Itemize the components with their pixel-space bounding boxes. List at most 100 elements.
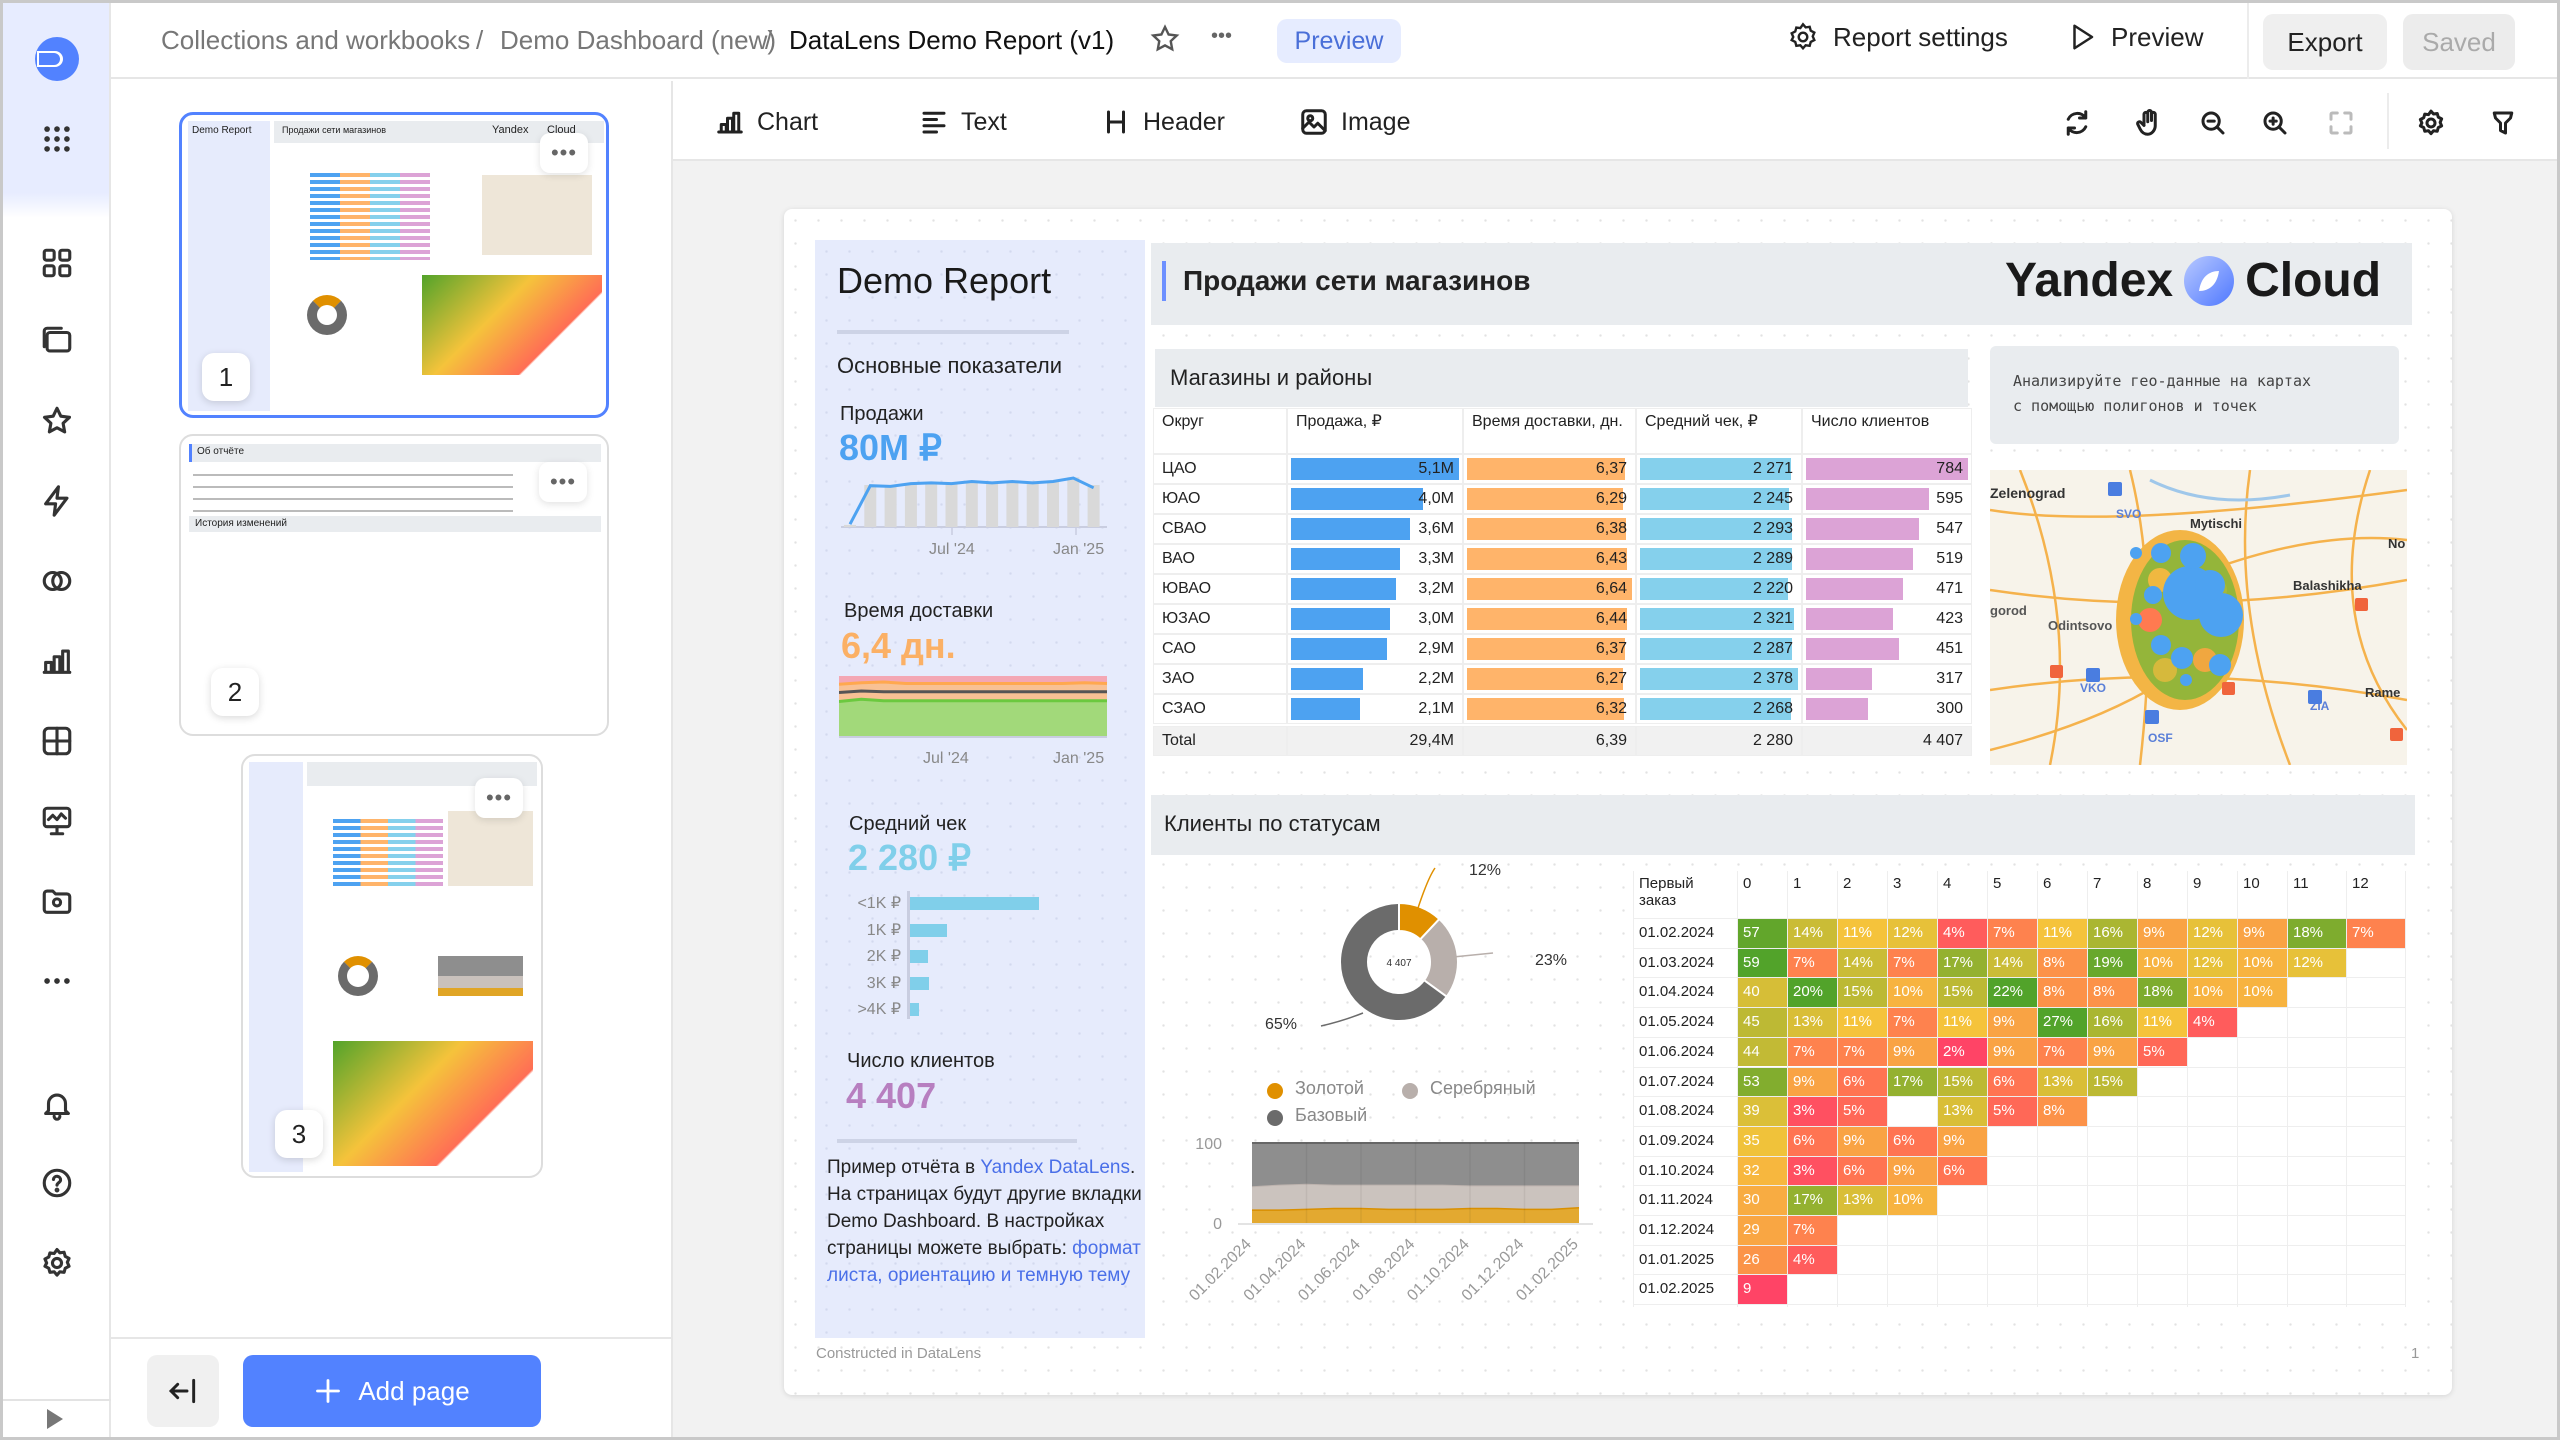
heatmap-cell: 44	[1738, 1038, 1787, 1067]
map-label: Zelenograd	[1990, 485, 2065, 501]
folders-icon[interactable]	[37, 321, 77, 361]
heatmap-cell: 7%	[2038, 1038, 2087, 1067]
report-settings-button[interactable]: Report settings	[1787, 21, 2008, 53]
heatmap-cell: 12%	[2188, 919, 2237, 948]
heatmap-cell-value: 9%	[2093, 1043, 2115, 1060]
table-row-cell: 6,37	[1463, 634, 1636, 664]
heatmap-cell: 8%	[2038, 949, 2087, 978]
heatmap-cell: 9%	[1838, 1127, 1887, 1156]
table-header-cell: Округ	[1153, 408, 1287, 454]
heatmap-column-header: 3	[1893, 875, 1901, 892]
page-menu-button[interactable]: •••	[475, 778, 523, 818]
datalens-link[interactable]: Yandex DataLens	[980, 1157, 1130, 1178]
donut-data-label: 23%	[1535, 952, 1567, 969]
heatmap-cell-value: 7%	[1843, 1043, 1865, 1060]
page-menu-button[interactable]: •••	[539, 462, 587, 502]
page-menu-button[interactable]: •••	[540, 133, 588, 173]
collapse-panel-button[interactable]	[147, 1355, 219, 1427]
heatmap-cell: 13%	[1788, 1008, 1837, 1037]
heatmap-cell: 12%	[1888, 919, 1937, 948]
table-bar	[1806, 488, 1929, 510]
more-icon[interactable]	[37, 961, 77, 1001]
table-cell-text: 6,32	[1596, 700, 1627, 718]
preview-button[interactable]: Preview	[2067, 21, 2203, 53]
grid-line	[1633, 871, 1634, 1307]
export-button[interactable]: Export	[2263, 14, 2387, 70]
heatmap-cell-value: 22%	[1993, 983, 2023, 1000]
heatmap-cell: 16%	[2088, 1008, 2137, 1037]
report-title: Demo Report	[837, 260, 1051, 302]
breadcrumb-dashboard[interactable]: Demo Dashboard (new)	[500, 25, 776, 56]
add-image-button[interactable]: Image	[1299, 101, 1410, 143]
legend-label: Базовый	[1295, 1105, 1367, 1126]
workbooks-icon[interactable]	[37, 881, 77, 921]
page-thumbnail-2[interactable]: Об отчёте История изменений 2 •••	[179, 434, 609, 736]
heatmap-cell: 6%	[1788, 1127, 1837, 1156]
saved-button[interactable]: Saved	[2403, 14, 2515, 70]
page-settings-gear-icon[interactable]	[2413, 105, 2449, 141]
table-row-cell: ЮАО	[1153, 484, 1287, 514]
heatmap-cell: 11%	[1838, 919, 1887, 948]
datalens-logo-icon[interactable]	[33, 35, 81, 83]
filter-funnel-icon[interactable]	[2485, 105, 2521, 141]
table-cell-text: 3,0M	[1418, 610, 1454, 628]
more-actions-button[interactable]: •••	[1211, 25, 1232, 48]
fit-screen-icon[interactable]	[2323, 105, 2359, 141]
arrow-collapse-icon	[167, 1375, 199, 1407]
plus-icon	[314, 1377, 342, 1405]
favorite-star-icon[interactable]	[1149, 23, 1181, 55]
favorites-icon[interactable]	[37, 401, 77, 441]
thumb-area	[438, 956, 523, 996]
bolt-icon[interactable]	[37, 481, 77, 521]
reports-icon[interactable]	[37, 801, 77, 841]
expand-rail-icon[interactable]	[47, 1409, 63, 1429]
moscow-map[interactable]: ZelenogradSVOMytischiBalashikhaOdintsovo…	[1990, 470, 2407, 765]
heatmap-cell-value: 14%	[1993, 954, 2023, 971]
add-page-button[interactable]: Add page	[243, 1355, 541, 1427]
zoom-in-icon[interactable]	[2257, 105, 2293, 141]
page-thumbnail-3[interactable]: 3 •••	[241, 754, 543, 1178]
settings-gear-icon[interactable]	[37, 1243, 77, 1283]
page-thumbnail-1[interactable]: Demo Report Продажи сети магазинов Yande…	[179, 112, 609, 418]
add-header-button[interactable]: Header	[1101, 101, 1225, 143]
help-icon[interactable]	[37, 1163, 77, 1203]
breadcrumb-collections[interactable]: Collections and workbooks	[161, 25, 470, 56]
heatmap-cell: 16%	[2088, 919, 2137, 948]
preview-mode-badge[interactable]: Preview	[1277, 19, 1401, 63]
apps-grid-icon[interactable]	[37, 119, 77, 159]
add-text-button[interactable]: Text	[919, 101, 1007, 143]
dashboards-icon[interactable]	[37, 721, 77, 761]
heatmap-cell-value: 32	[1743, 1162, 1760, 1179]
heatmap-cell: 9%	[2238, 919, 2287, 948]
heatmap-cell: 29	[1738, 1216, 1787, 1245]
table-cell-text: ЗАО	[1162, 670, 1194, 688]
table-cell-text: 784	[1936, 460, 1963, 478]
add-chart-button[interactable]: Chart	[715, 101, 818, 143]
panel-footer-divider	[111, 1337, 671, 1339]
heatmap-cell-value: 44	[1743, 1043, 1760, 1060]
heatmap-cell-value: 13%	[1793, 1013, 1823, 1030]
page-number-badge: 1	[202, 353, 250, 401]
thumb-map	[448, 811, 533, 886]
connections-icon[interactable]	[37, 561, 77, 601]
charts-icon[interactable]	[37, 641, 77, 681]
report-settings-label: Report settings	[1833, 22, 2008, 53]
table-bar	[1291, 668, 1363, 690]
legend-label: Серебряный	[1430, 1078, 1536, 1099]
heatmap-cell: 9%	[2138, 919, 2187, 948]
heatmap-cell-value: 29	[1743, 1221, 1760, 1238]
sales-bar	[966, 482, 978, 528]
heatmap-row-label: 01.04.2024	[1639, 983, 1714, 1000]
heatmap-cell: 10%	[1888, 1186, 1937, 1215]
heatmap-cell-value: 15%	[1943, 1073, 1973, 1090]
hand-pan-icon[interactable]	[2131, 105, 2167, 141]
heatmap-cell: 5%	[2138, 1038, 2187, 1067]
refresh-icon[interactable]	[2059, 105, 2095, 141]
zoom-out-icon[interactable]	[2195, 105, 2231, 141]
heatmap-cell: 30	[1738, 1186, 1787, 1215]
notifications-bell-icon[interactable]	[37, 1085, 77, 1125]
collections-icon[interactable]	[37, 243, 77, 283]
heatmap-cell: 4%	[1788, 1246, 1837, 1275]
heatmap-cell-value: 11%	[1843, 1013, 1872, 1030]
breadcrumb-separator: /	[765, 25, 772, 56]
